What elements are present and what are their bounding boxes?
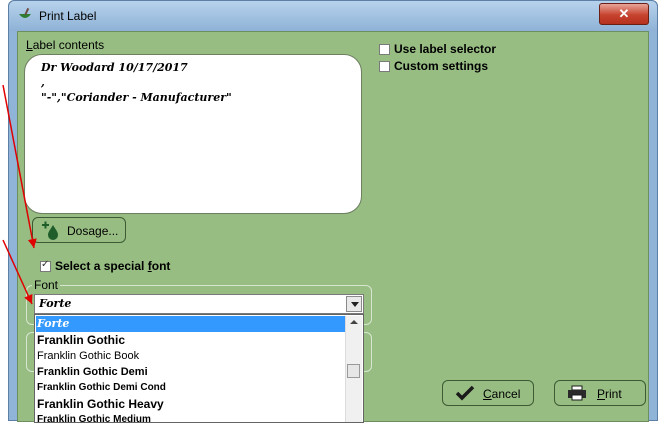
annotation-arrows xyxy=(2,84,37,305)
annotation-arrow xyxy=(2,239,33,305)
annotation-arrow xyxy=(2,84,37,249)
